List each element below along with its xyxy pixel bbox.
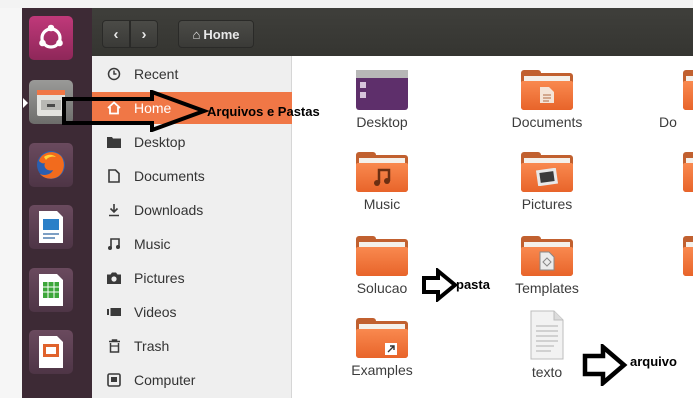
link-folder-icon	[356, 318, 408, 358]
launcher-calc-button[interactable]	[29, 268, 73, 312]
sidebar-item-label: Videos	[134, 304, 177, 320]
annotation-pasta: pasta	[456, 277, 490, 292]
templates-folder-icon	[521, 236, 573, 276]
file-label: Desktop	[356, 114, 408, 130]
file-item-templates[interactable]: Templates	[497, 236, 597, 296]
libreoffice-calc-icon	[39, 274, 63, 306]
pictures-folder-icon	[521, 152, 573, 192]
launcher-writer-button[interactable]	[29, 205, 73, 249]
path-label: Home	[203, 26, 240, 42]
folder-icon	[356, 236, 408, 276]
clock-icon	[104, 67, 124, 81]
music-icon	[104, 237, 124, 251]
file-label: Music	[363, 196, 401, 212]
sidebar-item-label: Recent	[134, 66, 179, 82]
file-label: Solucao	[356, 280, 408, 296]
file-item-documents[interactable]: Documents	[497, 70, 597, 130]
ubuntu-logo-icon	[39, 24, 63, 49]
firefox-icon	[37, 151, 65, 179]
launcher-active-indicator	[23, 98, 28, 108]
folder-icon	[521, 70, 573, 110]
file-label: Do	[659, 114, 677, 130]
file-item-pictures[interactable]: Pictures	[497, 152, 597, 212]
chevron-left-icon: ‹	[113, 25, 119, 43]
file-item-videos-partial[interactable]: V	[659, 236, 693, 296]
sidebar-item-label: Pictures	[134, 270, 185, 286]
file-label: Documents	[511, 114, 583, 130]
sidebar-item-downloads[interactable]: Downloads	[92, 194, 292, 226]
desktop-folder-icon	[104, 136, 124, 148]
libreoffice-writer-icon	[39, 211, 63, 243]
folder-icon	[683, 152, 693, 192]
arrow-right-icon	[62, 90, 210, 132]
sidebar-item-label: Trash	[134, 338, 170, 354]
document-icon	[104, 169, 124, 183]
file-grid: Desktop Documents Do Music Pictures Solu…	[293, 56, 693, 398]
chevron-right-icon: ›	[141, 25, 147, 43]
sidebar-item-label: Downloads	[134, 202, 204, 218]
video-icon	[104, 307, 124, 317]
file-item-desktop[interactable]: Desktop	[332, 70, 432, 130]
file-label: Examples	[351, 362, 413, 378]
folder-icon	[683, 236, 693, 276]
file-item-examples[interactable]: Examples	[332, 318, 432, 378]
sidebar-item-label: Computer	[134, 372, 196, 388]
file-item-downloads-partial[interactable]: Do	[659, 70, 693, 130]
sidebar-item-documents[interactable]: Documents	[92, 160, 292, 192]
text-file-icon	[530, 310, 564, 360]
sidebar-item-label: Desktop	[134, 134, 186, 150]
header-bar: ‹ › ⌂ Home	[92, 8, 693, 56]
annotation-arquivo: arquivo	[630, 354, 677, 369]
file-item-music[interactable]: Music	[332, 152, 432, 212]
download-icon	[104, 203, 124, 217]
file-label: Templates	[515, 280, 579, 296]
file-item-public-partial[interactable]	[659, 152, 693, 192]
arrow-right-icon	[582, 344, 628, 386]
annotation-arquivos-e-pastas: Arquivos e Pastas	[207, 104, 320, 119]
launcher-dash-button[interactable]	[29, 16, 73, 60]
sidebar-item-label: Documents	[134, 168, 205, 184]
file-label: Pictures	[521, 196, 573, 212]
sidebar-item-computer[interactable]: Computer	[92, 364, 292, 396]
camera-icon	[104, 272, 124, 284]
file-label: V	[659, 280, 693, 296]
launcher-firefox-button[interactable]	[29, 143, 73, 187]
sidebar-item-pictures[interactable]: Pictures	[92, 262, 292, 294]
file-item-solucao[interactable]: Solucao	[332, 236, 432, 296]
arrow-right-icon	[422, 268, 459, 302]
folder-icon	[683, 70, 693, 110]
sidebar-item-label: Music	[134, 236, 171, 252]
sidebar-item-videos[interactable]: Videos	[92, 296, 292, 328]
home-icon: ⌂	[192, 26, 201, 42]
window-top-edge	[0, 0, 693, 8]
sidebar-item-recent[interactable]: Recent	[92, 58, 292, 90]
computer-icon	[104, 373, 124, 387]
forward-button[interactable]: ›	[130, 20, 158, 48]
back-button[interactable]: ‹	[102, 20, 130, 48]
launcher-impress-button[interactable]	[29, 330, 73, 374]
sidebar-item-trash[interactable]: Trash	[92, 330, 292, 362]
sidebar-item-music[interactable]: Music	[92, 228, 292, 260]
libreoffice-impress-icon	[39, 336, 63, 368]
desktop-icon	[356, 70, 408, 110]
trash-icon	[104, 339, 124, 353]
path-bar-home-button[interactable]: ⌂ Home	[178, 20, 254, 48]
music-folder-icon	[356, 152, 408, 192]
